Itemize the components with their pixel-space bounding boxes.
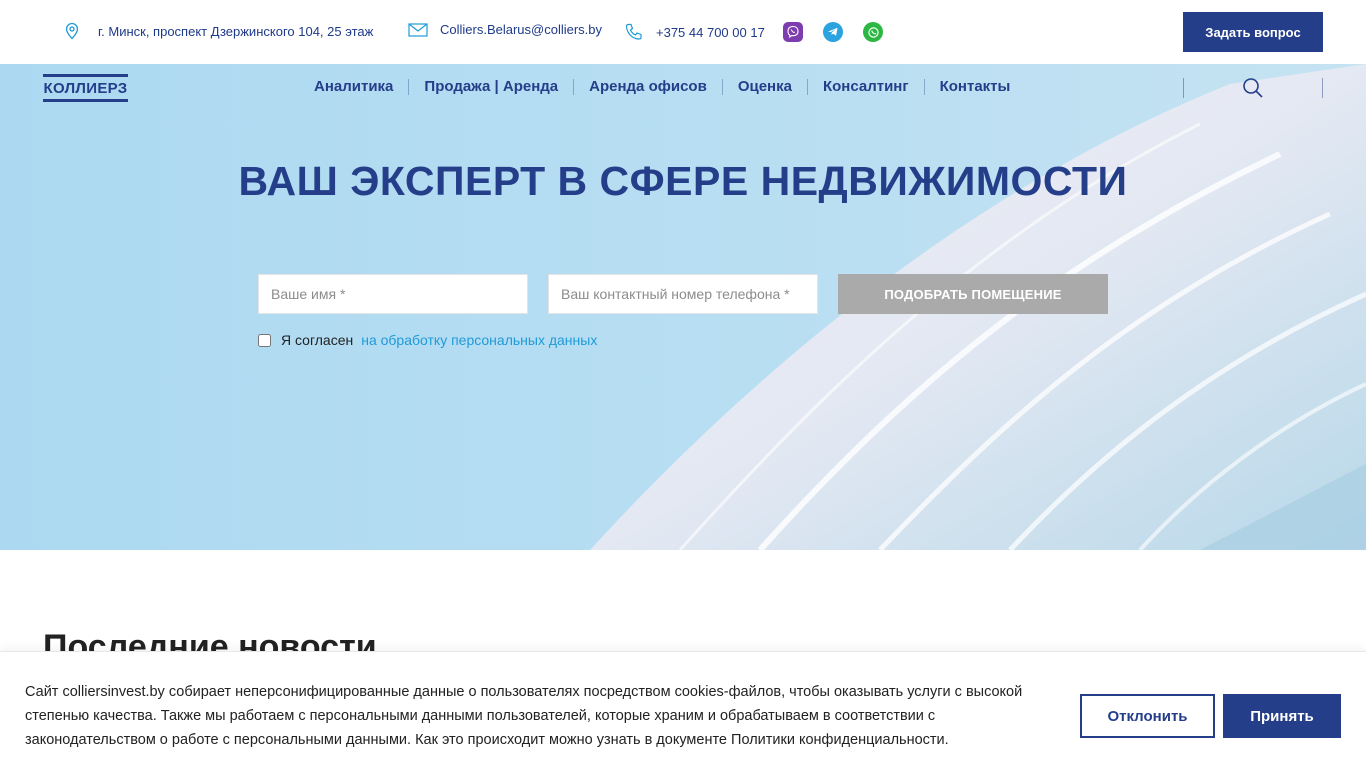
consent-label: Я согласен bbox=[281, 332, 354, 348]
envelope-icon bbox=[408, 22, 428, 37]
phone-input[interactable] bbox=[548, 274, 818, 314]
privacy-data-link[interactable]: на обработку персональных данных bbox=[361, 332, 597, 348]
nav-item-sale-rent[interactable]: Продажа | Аренда bbox=[424, 78, 558, 95]
decline-cookies-button[interactable]: Отклонить bbox=[1080, 694, 1215, 738]
nav-separator bbox=[573, 78, 575, 95]
nav-separator bbox=[408, 78, 410, 95]
nav-divider bbox=[1183, 78, 1184, 98]
hero: КОЛЛИЕРЗ Аналитика Продажа | Аренда Арен… bbox=[0, 64, 1366, 550]
pick-premises-button[interactable]: ПОДОБРАТЬ ПОМЕЩЕНИЕ bbox=[838, 274, 1108, 314]
top-bar: г. Минск, проспект Дзержинского 104, 25 … bbox=[0, 0, 1366, 64]
address-text: г. Минск, проспект Дзержинского 104, 25 … bbox=[98, 23, 374, 39]
whatsapp-icon[interactable] bbox=[863, 22, 883, 42]
nav-separator bbox=[721, 78, 723, 95]
phone-contact[interactable]: +375 44 700 00 17 bbox=[624, 22, 765, 42]
accept-cookies-button[interactable]: Принять bbox=[1223, 694, 1341, 738]
nav-item-consulting[interactable]: Консалтинг bbox=[823, 78, 909, 95]
email-contact[interactable]: Colliers.Belarus@colliers.by bbox=[408, 22, 602, 37]
search-icon[interactable] bbox=[1242, 77, 1264, 104]
nav-divider bbox=[1322, 78, 1323, 98]
address: г. Минск, проспект Дзержинского 104, 25 … bbox=[64, 22, 373, 40]
telegram-icon[interactable] bbox=[823, 22, 843, 42]
phone-link[interactable]: +375 44 700 00 17 bbox=[656, 25, 765, 40]
phone-icon bbox=[624, 22, 644, 42]
nav-separator bbox=[923, 78, 925, 95]
cookie-banner: Сайт colliersinvest.by собирает неперсон… bbox=[0, 651, 1366, 768]
nav-item-office-rent[interactable]: Аренда офисов bbox=[589, 78, 707, 95]
consent-row: Я согласен на обработку персональных дан… bbox=[258, 332, 597, 348]
logo[interactable]: КОЛЛИЕРЗ bbox=[43, 74, 128, 102]
ask-question-button[interactable]: Задать вопрос bbox=[1183, 12, 1323, 52]
nav-item-analytics[interactable]: Аналитика bbox=[314, 78, 393, 95]
name-input[interactable] bbox=[258, 274, 528, 314]
hero-headline: ВАШ ЭКСПЕРТ В СФЕРЕ НЕДВИЖИМОСТИ bbox=[238, 158, 1128, 204]
nav-item-contacts[interactable]: Контакты bbox=[940, 78, 1011, 95]
nav-separator bbox=[806, 78, 808, 95]
viber-icon[interactable] bbox=[783, 22, 803, 42]
consent-checkbox[interactable] bbox=[258, 333, 271, 347]
location-pin-icon bbox=[64, 22, 80, 40]
nav-menu: Аналитика Продажа | Аренда Аренда офисов… bbox=[314, 78, 1010, 95]
email-link[interactable]: Colliers.Belarus@colliers.by bbox=[440, 22, 602, 37]
nav-item-valuation[interactable]: Оценка bbox=[738, 78, 792, 95]
cookie-text: Сайт colliersinvest.by собирает неперсон… bbox=[25, 684, 1023, 748]
main-nav: КОЛЛИЕРЗ Аналитика Продажа | Аренда Арен… bbox=[0, 64, 1366, 112]
